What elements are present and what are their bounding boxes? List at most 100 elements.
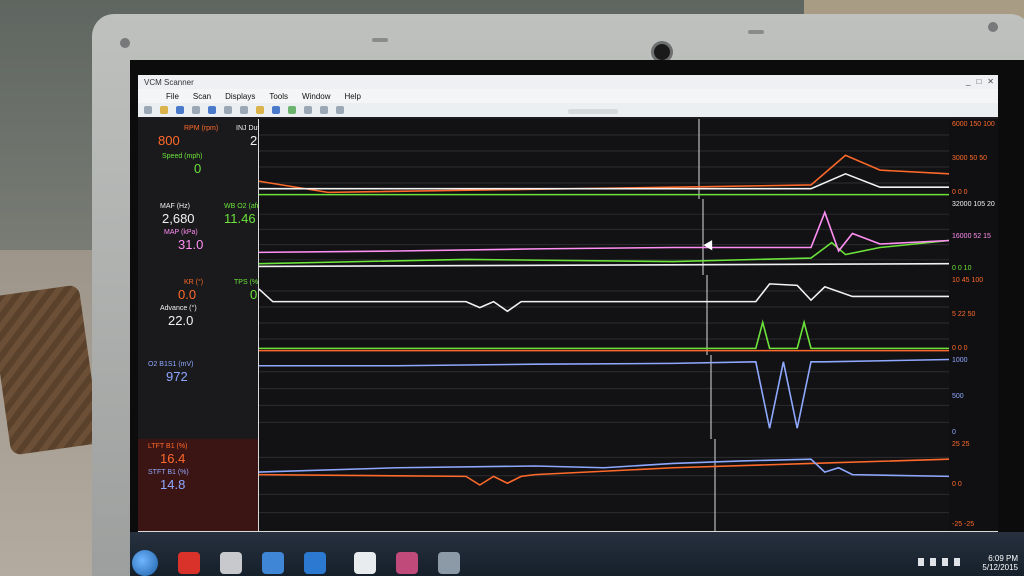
laptop-screen: VCM Scanner _ □ ✕ File Scan Displays Too…: [130, 60, 1024, 576]
save-icon[interactable]: [176, 106, 184, 114]
series-line: [259, 172, 949, 190]
bezel-slot: [748, 30, 764, 34]
open-folder-icon[interactable]: [160, 106, 168, 114]
title-bar[interactable]: VCM Scanner: [138, 75, 998, 89]
scale-label: 1000: [952, 357, 968, 364]
pid-value: 0: [250, 287, 258, 302]
series-line: [259, 319, 949, 350]
scale-label: 16000 52 15: [952, 233, 991, 240]
menu-window[interactable]: Window: [302, 92, 330, 101]
readout-panel: LTFT B1 (%) 16.4 STFT B1 (%) 14.8: [138, 439, 259, 531]
plot-area: RPM (rpm) 800 INJ Duty (%) 2 Speed (mph) 0 600…: [138, 119, 998, 533]
menu-help[interactable]: Help: [345, 92, 361, 101]
axis-scale: 6000 150 100 3000 50 50 0 0 0: [949, 119, 998, 199]
window-title: VCM Scanner: [144, 77, 194, 87]
pid-label: RPM (rpm): [184, 125, 219, 132]
graph-panel: RPM (rpm) 800 INJ Duty (%) 2 Speed (mph) 0 600…: [138, 119, 998, 201]
pid-value: 800: [158, 133, 180, 148]
pid-value: 0.0: [178, 287, 197, 302]
minimize-button[interactable]: _: [966, 77, 970, 86]
scanner-app-icon[interactable]: [438, 552, 460, 574]
scale-label: 0: [952, 429, 956, 436]
scale-label: 32000 105 20: [952, 201, 995, 208]
graph-panel: O2 B1S1 (mV) 972 1000 500 0: [138, 355, 998, 441]
pid-value: 31.0: [178, 237, 204, 252]
pid-label: Advance (°): [160, 305, 197, 312]
stop-icon[interactable]: [320, 106, 328, 114]
play-icon[interactable]: [304, 106, 312, 114]
table-icon[interactable]: [224, 106, 232, 114]
save-icon[interactable]: [272, 106, 280, 114]
graph-panel: KR (°) 0.0 TPS (%) 0 Advance (°) 22.0 10 45 10…: [138, 275, 998, 357]
axis-scale: 10 45 100 5 22 50 0 0 0: [949, 275, 998, 355]
ie-app-icon[interactable]: [304, 552, 326, 574]
menu-file[interactable]: File: [166, 92, 179, 101]
clock[interactable]: 6:09 PM 5/12/2015: [982, 554, 1018, 572]
line-chart[interactable]: [259, 355, 949, 439]
menu-scan[interactable]: Scan: [193, 92, 211, 101]
window-controls: _ □ ✕: [966, 77, 994, 86]
tool-app-icon[interactable]: [220, 552, 242, 574]
pid-label: KR (°): [184, 279, 204, 286]
scale-label: 0 0: [952, 481, 962, 488]
pointer-icon[interactable]: [144, 106, 152, 114]
series-line: [259, 210, 949, 254]
scale-label: 5 22 50: [952, 311, 976, 318]
connect-icon[interactable]: [208, 106, 216, 114]
pid-label: LTFT B1 (%): [148, 443, 188, 450]
scale-label: 10 45 100: [952, 277, 984, 284]
series-line: [259, 358, 949, 429]
bezel-screw: [120, 38, 130, 48]
media-app-icon[interactable]: [396, 552, 418, 574]
pid-value: 0: [194, 161, 202, 176]
pid-label: STFT B1 (%): [148, 469, 189, 476]
axis-scale: 1000 500 0: [949, 355, 998, 439]
line-chart[interactable]: [259, 119, 949, 199]
readout-panel: KR (°) 0.0 TPS (%) 0 Advance (°) 22.0: [138, 275, 261, 355]
tray-icon[interactable]: [930, 558, 936, 566]
scale-label: 6000 150 100: [952, 121, 995, 128]
pid-label: MAF (Hz): [160, 203, 190, 210]
graph-panel: MAF (Hz) 2,680 WB O2 (afr) 11.46 MAP (kPa) 31…: [138, 199, 998, 277]
grid-icon[interactable]: [192, 106, 200, 114]
tray-icon[interactable]: [954, 558, 960, 566]
scale-label: -25 -25: [952, 521, 975, 528]
webcam: [654, 44, 670, 60]
menu-tools[interactable]: Tools: [269, 92, 288, 101]
system-tray: [918, 558, 960, 566]
close-button[interactable]: ✕: [987, 77, 994, 86]
folder-icon[interactable]: [256, 106, 264, 114]
readout-panel: RPM (rpm) 800 INJ Duty (%) 2 Speed (mph) 0: [138, 119, 276, 199]
maximize-button[interactable]: □: [976, 77, 981, 86]
disc-app-icon[interactable]: [354, 552, 376, 574]
bezel-slot: [372, 38, 388, 42]
line-chart[interactable]: [259, 439, 949, 531]
menu-bar: File Scan Displays Tools Window Help: [138, 89, 998, 103]
chart-icon[interactable]: [240, 106, 248, 114]
pid-value: 11.46: [224, 211, 256, 226]
pid-label: MAP (kPa): [164, 229, 198, 236]
scale-label: 0 0 10: [952, 265, 972, 272]
clock-date: 5/12/2015: [982, 563, 1018, 572]
menu-displays[interactable]: Displays: [225, 92, 255, 101]
splitter-handle[interactable]: [568, 109, 618, 114]
clock-time: 6:09 PM: [988, 554, 1018, 563]
pid-value: 16.4: [160, 451, 186, 466]
pid-value: 972: [166, 369, 188, 384]
tray-icon[interactable]: [942, 558, 948, 566]
scale-label: 500: [952, 393, 964, 400]
tray-icon[interactable]: [918, 558, 924, 566]
line-chart[interactable]: [259, 275, 949, 355]
line-chart[interactable]: [259, 199, 949, 275]
refresh-icon[interactable]: [288, 106, 296, 114]
start-button[interactable]: [132, 550, 158, 576]
pid-value: 14.8: [160, 477, 186, 492]
graph-panel: LTFT B1 (%) 16.4 STFT B1 (%) 14.8 25 25 0 0 -2…: [138, 439, 998, 533]
pid-value: 2,680: [162, 211, 195, 226]
scale-label: 25 25: [952, 441, 970, 448]
browser-app-icon[interactable]: [262, 552, 284, 574]
record-icon[interactable]: [336, 106, 344, 114]
pdf-app-icon[interactable]: [178, 552, 200, 574]
taskbar: 6:09 PM 5/12/2015: [130, 532, 1024, 576]
pid-label: TPS (%): [234, 279, 261, 286]
